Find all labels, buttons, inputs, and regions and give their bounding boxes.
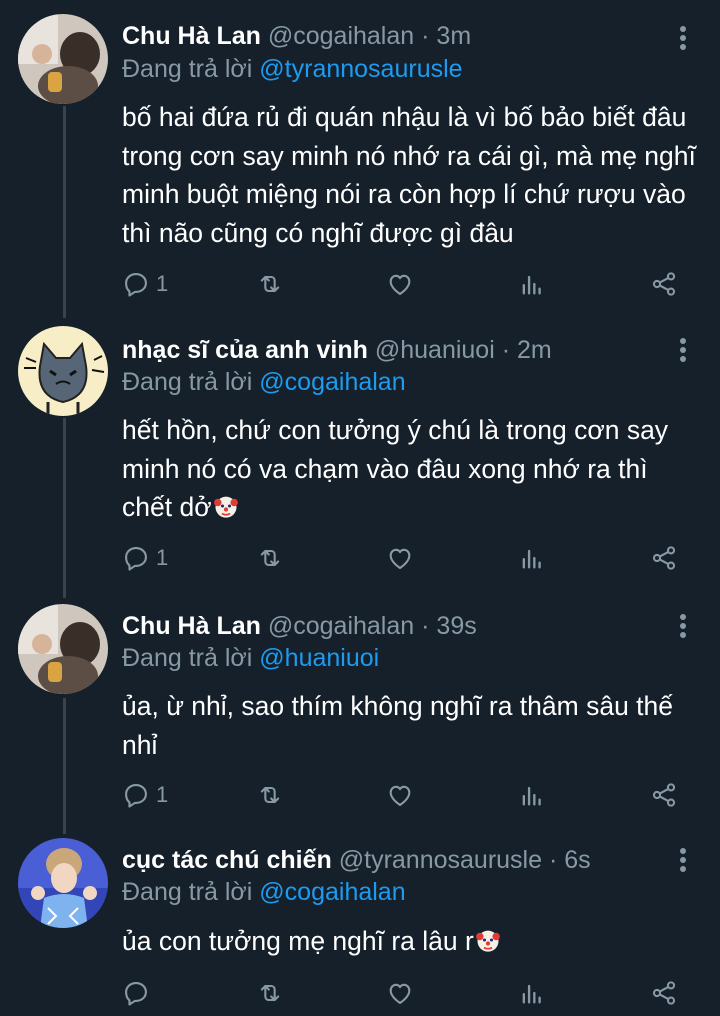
analytics-icon	[518, 979, 546, 1007]
like-icon	[386, 979, 414, 1007]
share-button[interactable]	[650, 541, 678, 575]
reply-icon	[122, 270, 150, 298]
tweet-actions: 1	[122, 541, 682, 575]
retweet-icon	[256, 979, 284, 1007]
reply-button[interactable]: 1	[122, 778, 168, 812]
display-name[interactable]: Chu Hà Lan	[122, 22, 261, 50]
analytics-button[interactable]	[518, 778, 546, 812]
timestamp[interactable]: · 2m	[502, 336, 552, 364]
clown-emoji	[212, 492, 240, 520]
tweet-actions	[122, 976, 682, 1010]
user-handle[interactable]: @huaniuoi	[375, 336, 495, 364]
reply-icon	[122, 544, 150, 572]
tweet-header: Chu Hà Lan @cogaihalan · 39s	[122, 612, 477, 641]
retweet-icon	[256, 781, 284, 809]
reply-button[interactable]: 1	[122, 267, 168, 301]
share-icon	[650, 781, 678, 809]
tweet-header: cục tác chú chiến @tyrannosaurusle · 6s	[122, 846, 591, 875]
reply-handle-link[interactable]: @huaniuoi	[259, 644, 379, 672]
reply-icon	[122, 781, 150, 809]
like-icon	[386, 781, 414, 809]
display-name[interactable]: nhạc sĩ của anh vinh	[122, 336, 368, 364]
retweet-button[interactable]	[256, 541, 284, 575]
timestamp[interactable]: · 39s	[421, 612, 477, 640]
retweet-button[interactable]	[256, 778, 284, 812]
replying-to: Đang trả lời @cogaihalan	[122, 878, 406, 907]
reply-button[interactable]	[122, 976, 150, 1010]
retweet-icon	[256, 270, 284, 298]
tweet-header: nhạc sĩ của anh vinh @huaniuoi · 2m	[122, 336, 552, 365]
share-button[interactable]	[650, 778, 678, 812]
share-icon	[650, 544, 678, 572]
more-icon[interactable]	[672, 614, 694, 641]
reply-handle-link[interactable]: @cogaihalan	[259, 368, 405, 396]
replying-label: Đang trả lời	[122, 878, 253, 906]
replying-label: Đang trả lời	[122, 55, 253, 83]
more-icon[interactable]	[672, 338, 694, 365]
avatar[interactable]	[18, 838, 108, 928]
tweet-text: bố hai đứa rủ đi quán nhậu là vì bố bảo …	[122, 102, 696, 248]
avatar[interactable]	[18, 326, 108, 416]
retweet-button[interactable]	[256, 976, 284, 1010]
share-button[interactable]	[650, 976, 678, 1010]
user-handle[interactable]: @tyrannosaurusle	[339, 846, 542, 874]
share-icon	[650, 979, 678, 1007]
reply-button[interactable]: 1	[122, 541, 168, 575]
thread-line	[63, 698, 66, 834]
share-button[interactable]	[650, 267, 678, 301]
tweet-text-content: ủa con tưởng mẹ nghĩ ra lâu r	[122, 926, 474, 956]
thread-line	[63, 106, 66, 318]
reply-count: 1	[156, 545, 169, 570]
like-icon	[386, 544, 414, 572]
reply-handle-link[interactable]: @tyrannosaurusle	[259, 55, 462, 83]
timestamp[interactable]: · 6s	[549, 846, 591, 874]
replying-to: Đang trả lời @huaniuoi	[122, 644, 379, 673]
share-icon	[650, 270, 678, 298]
tweet-text: hết hồn, chứ con tưởng ý chú là trong cơ…	[122, 411, 697, 527]
replying-label: Đang trả lời	[122, 644, 253, 672]
user-handle[interactable]: @cogaihalan	[268, 612, 414, 640]
analytics-icon	[518, 270, 546, 298]
like-button[interactable]	[386, 541, 414, 575]
avatar[interactable]	[18, 604, 108, 694]
like-button[interactable]	[386, 778, 414, 812]
more-icon[interactable]	[672, 26, 694, 53]
analytics-icon	[518, 544, 546, 572]
analytics-button[interactable]	[518, 976, 546, 1010]
tweet-text: ủa con tưởng mẹ nghĩ ra lâu r	[122, 922, 697, 961]
retweet-button[interactable]	[256, 267, 284, 301]
avatar[interactable]	[18, 14, 108, 104]
clown-emoji	[474, 926, 502, 954]
replying-to: Đang trả lời @cogaihalan	[122, 368, 406, 397]
user-handle[interactable]: @cogaihalan	[268, 22, 414, 50]
replying-label: Đang trả lời	[122, 368, 253, 396]
tweet-actions: 1	[122, 778, 682, 812]
more-icon[interactable]	[672, 848, 694, 875]
reply-count: 1	[156, 782, 169, 807]
thread-line	[63, 418, 66, 598]
replying-to: Đang trả lời @tyrannosaurusle	[122, 55, 463, 84]
reply-icon	[122, 979, 150, 1007]
retweet-icon	[256, 544, 284, 572]
reply-count: 1	[156, 271, 169, 296]
analytics-button[interactable]	[518, 267, 546, 301]
display-name[interactable]: Chu Hà Lan	[122, 612, 261, 640]
reply-handle-link[interactable]: @cogaihalan	[259, 878, 405, 906]
tweet-text-content: hết hồn, chứ con tưởng ý chú là trong cơ…	[122, 415, 669, 522]
display-name[interactable]: cục tác chú chiến	[122, 846, 332, 874]
analytics-button[interactable]	[518, 541, 546, 575]
timestamp[interactable]: · 3m	[421, 22, 471, 50]
like-icon	[386, 270, 414, 298]
like-button[interactable]	[386, 976, 414, 1010]
tweet-actions: 1	[122, 267, 682, 301]
tweet-header: Chu Hà Lan @cogaihalan · 3m	[122, 22, 471, 51]
tweet-text: ủa, ừ nhỉ, sao thím không nghĩ ra thâm s…	[122, 691, 674, 760]
like-button[interactable]	[386, 267, 414, 301]
analytics-icon	[518, 781, 546, 809]
